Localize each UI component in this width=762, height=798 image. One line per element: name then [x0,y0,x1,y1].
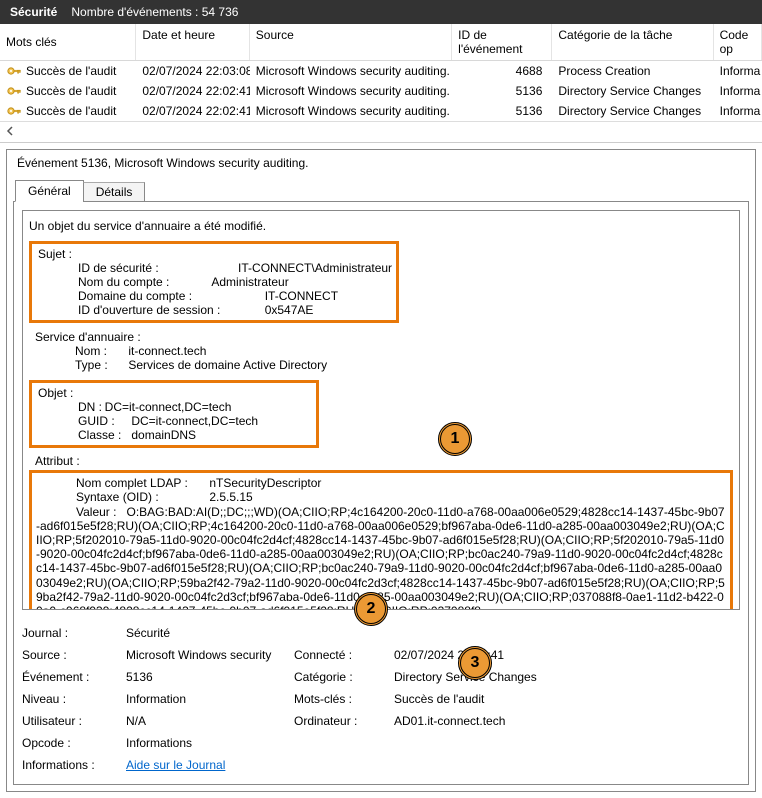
keywords-label: Mots-clés : [294,692,394,706]
event-count: Nombre d'événements : 54 736 [71,5,238,19]
event-details-panel: Événement 5136, Microsoft Windows securi… [6,149,756,792]
tab-general[interactable]: Général [15,180,84,202]
col-date-header[interactable]: Date et heure [136,24,249,60]
row-source: Microsoft Windows security auditing. [250,102,452,120]
source-value: Microsoft Windows security [126,648,294,662]
subject-group: Sujet : ID de sécurité : IT-CONNECT\Admi… [29,241,399,323]
key-icon [6,83,22,99]
row-eventid: 4688 [452,62,552,80]
object-dn-row: DN : DC=it-connect,DC=tech [78,400,310,414]
row-eventid: 5136 [452,102,552,120]
annotation-badge-2: 2 [354,592,388,626]
row-eventid: 5136 [452,82,552,100]
object-class-row: Classe : domainDNS [78,428,310,442]
opcode-value: Informations [126,736,740,750]
row-date: 02/07/2024 22:03:08 [136,62,249,80]
row-category: Directory Service Changes [552,82,713,100]
opcode-label: Opcode : [22,736,126,750]
eventid-value: 5136 [126,670,294,684]
computer-value: AD01.it-connect.tech [394,714,740,728]
annotation-badge-1: 1 [438,422,472,456]
account-name-row: Nom du compte : Administrateur [78,275,390,289]
table-row[interactable]: Succès de l'audit 02/07/2024 22:03:08Micr… [0,61,762,81]
subject-label: Sujet : [38,247,390,261]
table-row[interactable]: Succès de l'audit 02/07/2024 22:02:41Micr… [0,81,762,101]
eventid-label: Événement : [22,670,126,684]
object-label: Objet : [38,386,310,400]
col-keywords-header[interactable]: Mots clés [0,24,136,60]
dirservice-label: Service d'annuaire : [35,330,727,344]
event-description-panel: Un objet du service d'annuaire a été mod… [22,210,740,610]
level-value: Information [126,692,294,706]
row-date: 02/07/2024 22:02:41 [136,102,249,120]
row-source: Microsoft Windows security auditing. [250,62,452,80]
row-date: 02/07/2024 22:02:41 [136,82,249,100]
log-label: Journal : [22,626,126,640]
attribute-label: Attribut : [29,452,733,468]
row-code: Informa [714,62,762,80]
tab-details[interactable]: Détails [83,182,146,202]
event-description: Un objet du service d'annuaire a été mod… [29,217,733,241]
keywords-value: Succès de l'audit [394,692,740,706]
source-label: Source : [22,648,126,662]
row-keywords: Succès de l'audit [26,84,116,98]
row-code: Informa [714,102,762,120]
col-category-header[interactable]: Catégorie de la tâche [552,24,713,60]
annotation-badge-3: 3 [458,646,492,680]
attribute-value: Valeur : O:BAG:BAD:AI(D;;DC;;;WD)(OA;CII… [36,505,726,610]
col-source-header[interactable]: Source [250,24,452,60]
category-value: Directory Service Changes [394,670,740,684]
titlebar: Sécurité Nombre d'événements : 54 736 [0,0,762,24]
tab-content-general: 1 2 3 Un objet du service d'annuaire a é… [13,201,749,785]
computer-label: Ordinateur : [294,714,394,728]
row-keywords: Succès de l'audit [26,104,116,118]
logon-id-row: ID d'ouverture de session : 0x547AE [78,303,390,317]
details-title: Événement 5136, Microsoft Windows securi… [7,150,755,180]
log-value: Sécurité [126,626,740,640]
security-id-row: ID de sécurité : IT-CONNECT\Administrate… [78,261,390,275]
info-label: Informations : [22,758,126,772]
object-group: Objet : DN : DC=it-connect,DC=tech GUID … [29,380,319,448]
syntax-row: Syntaxe (OID) : 2.5.5.15 [76,490,726,504]
logged-value: 02/07/2024 22:02:41 [394,648,740,662]
col-eventid-header[interactable]: ID de l'événement [452,24,552,60]
key-icon [6,103,22,119]
col-code-header[interactable]: Code op [714,24,762,60]
category-label: Catégorie : [294,670,394,684]
log-title: Sécurité [10,5,57,19]
row-source: Microsoft Windows security auditing. [250,82,452,100]
account-domain-row: Domaine du compte : IT-CONNECT [78,289,390,303]
service-name-row: Nom : it-connect.tech [75,344,727,358]
user-label: Utilisateur : [22,714,126,728]
tabs: Général Détails [7,180,755,202]
table-row[interactable]: Succès de l'audit 02/07/2024 22:02:41Micr… [0,101,762,121]
help-link[interactable]: Aide sur le Journal [126,758,225,772]
row-category: Process Creation [552,62,713,80]
row-keywords: Succès de l'audit [26,64,116,78]
footer-grid: Journal : Sécurité Source : Microsoft Wi… [22,622,740,776]
user-value: N/A [126,714,294,728]
key-icon [6,63,22,79]
level-label: Niveau : [22,692,126,706]
list-header: Mots clés Date et heure Source ID de l'é… [0,24,762,61]
service-type-row: Type : Services de domaine Active Direct… [75,358,727,372]
ldap-name-row: Nom complet LDAP : nTSecurityDescriptor [76,476,726,490]
directory-service-group: Service d'annuaire : Nom : it-connect.te… [29,327,733,380]
attribute-group: Nom complet LDAP : nTSecurityDescriptor … [29,470,733,610]
row-code: Informa [714,82,762,100]
row-category: Directory Service Changes [552,102,713,120]
scroll-left-button[interactable] [0,121,762,142]
logged-label: Connecté : [294,648,394,662]
object-guid-row: GUID : DC=it-connect,DC=tech [78,414,310,428]
event-list: Mots clés Date et heure Source ID de l'é… [0,24,762,143]
